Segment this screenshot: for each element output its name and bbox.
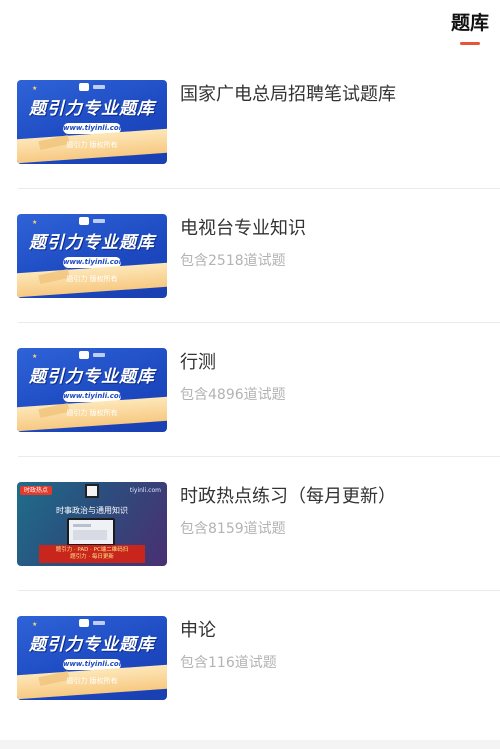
item-title: 电视台专业知识 (180, 218, 306, 239)
item-question-count: 包含2518道试题 (180, 253, 286, 269)
banner-copyright: 题引力 版权所有 (66, 141, 118, 149)
course-band: 题引力 · PAD · PC端二维码扫 题引力 · 每日更新 (39, 545, 145, 563)
brand-logo-icon (79, 83, 89, 91)
course-site: tiyinli.com (129, 487, 161, 494)
banner-image: ★ 题引力专业题库 www.tiyinli.com 题引力 版权所有 (17, 616, 167, 700)
item-thumbnail: 时政热点 tiyinli.com 时事政治与通用知识 题引力 · PAD · P… (17, 482, 167, 566)
banner-copyright: 题引力 版权所有 (66, 409, 118, 417)
qr-code-icon (85, 484, 99, 498)
banner-brand: 题引力专业题库 (29, 99, 155, 119)
brand-logo-icon (79, 351, 89, 359)
item-title: 时政热点练习（每月更新） (180, 486, 396, 507)
banner-brand: 题引力专业题库 (29, 367, 155, 387)
banner-brand: 题引力专业题库 (29, 233, 155, 253)
item-thumbnail: ★ 题引力专业题库 www.tiyinli.com 题引力 版权所有 (17, 214, 167, 298)
banner-image: ★ 题引力专业题库 www.tiyinli.com 题引力 版权所有 (17, 214, 167, 298)
content-card: 题库 ★ 题引力专业题库 www.tiyinli.com 题引力 版权所有 国家… (0, 0, 500, 740)
question-bank-list: ★ 题引力专业题库 www.tiyinli.com 题引力 版权所有 国家广电总… (0, 55, 500, 725)
list-item[interactable]: ★ 题引力专业题库 www.tiyinli.com 题引力 版权所有 行测 包含… (0, 323, 500, 457)
item-title: 行测 (180, 352, 216, 373)
screen-preview-icon (67, 518, 115, 546)
banner-image: ★ 题引力专业题库 www.tiyinli.com 题引力 版权所有 (17, 80, 167, 164)
brand-logo-icon (79, 619, 89, 627)
tab-question-bank[interactable]: 题库 (446, 10, 494, 50)
list-item[interactable]: ★ 题引力专业题库 www.tiyinli.com 题引力 版权所有 国家广电总… (0, 55, 500, 189)
tab-bar: 题库 (0, 0, 500, 56)
brand-logo-icon (79, 217, 89, 225)
list-item[interactable]: ★ 题引力专业题库 www.tiyinli.com 题引力 版权所有 电视台专业… (0, 189, 500, 323)
course-tag: 时政热点 (20, 486, 53, 495)
course-image: 时政热点 tiyinli.com 时事政治与通用知识 题引力 · PAD · P… (17, 482, 167, 566)
item-thumbnail: ★ 题引力专业题库 www.tiyinli.com 题引力 版权所有 (17, 616, 167, 700)
item-question-count: 包含116道试题 (180, 655, 277, 671)
item-thumbnail: ★ 题引力专业题库 www.tiyinli.com 题引力 版权所有 (17, 348, 167, 432)
item-question-count: 包含8159道试题 (180, 521, 286, 537)
list-item[interactable]: 时政热点 tiyinli.com 时事政治与通用知识 题引力 · PAD · P… (0, 457, 500, 591)
banner-copyright: 题引力 版权所有 (66, 677, 118, 685)
tab-label: 题库 (450, 12, 489, 34)
banner-copyright: 题引力 版权所有 (66, 275, 118, 283)
banner-image: ★ 题引力专业题库 www.tiyinli.com 题引力 版权所有 (17, 348, 167, 432)
item-thumbnail: ★ 题引力专业题库 www.tiyinli.com 题引力 版权所有 (17, 80, 167, 164)
banner-brand: 题引力专业题库 (29, 635, 155, 655)
course-heading: 时事政治与通用知识 (56, 506, 128, 515)
item-title: 申论 (180, 620, 216, 641)
item-question-count: 包含4896道试题 (180, 387, 286, 403)
list-item[interactable]: ★ 题引力专业题库 www.tiyinli.com 题引力 版权所有 申论 包含… (0, 591, 500, 725)
item-title: 国家广电总局招聘笔试题库 (180, 84, 396, 105)
active-tab-indicator (460, 42, 480, 45)
